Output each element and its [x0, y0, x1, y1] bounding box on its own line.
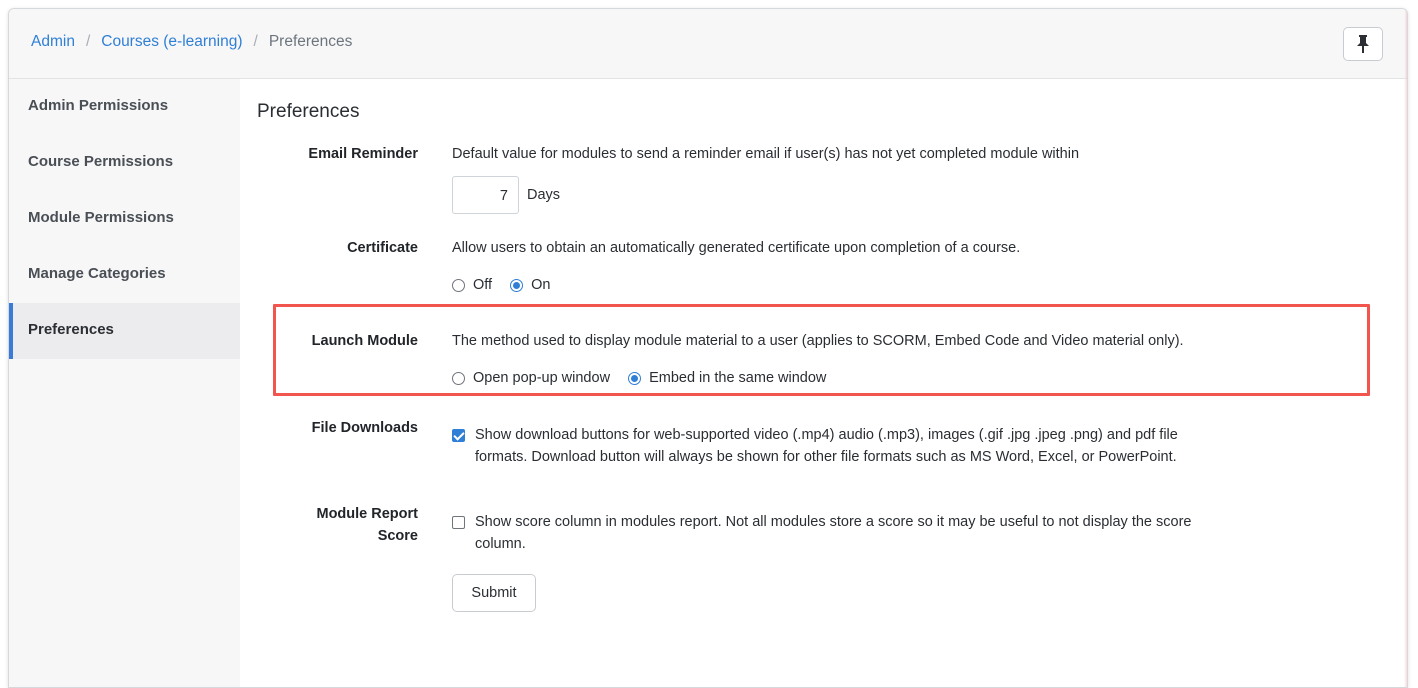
main-content: Preferences Email Reminder Default value… — [240, 79, 1407, 687]
sidebar-item-label: Preferences — [28, 321, 114, 338]
email-reminder-days-input[interactable]: 7 — [452, 176, 519, 214]
certificate-label: Certificate — [347, 240, 418, 256]
file-downloads-checkbox[interactable] — [452, 429, 465, 442]
breadcrumb-separator: / — [253, 33, 258, 50]
certificate-options: Off On — [452, 274, 564, 299]
module-report-score-label-line2: Score — [377, 528, 418, 544]
email-reminder-description: Default value for modules to send a remi… — [452, 146, 1080, 162]
file-downloads-text-line1: Show download buttons for web-supported … — [475, 427, 1178, 443]
radio-unchecked-icon — [452, 371, 465, 385]
pin-button[interactable] — [1343, 27, 1383, 61]
launch-module-options: Open pop-up window Embed in the same win… — [452, 367, 840, 392]
breadcrumb: Admin / Courses (e-learning) / Preferenc… — [31, 33, 352, 51]
file-downloads-option: Show download buttons for web-supported … — [452, 424, 1178, 468]
email-reminder-label: Email Reminder — [308, 146, 418, 162]
sidebar-item-label: Admin Permissions — [28, 97, 169, 114]
file-downloads-text-line2: formats. Download button will always be … — [475, 449, 1177, 465]
certificate-description: Allow users to obtain an automatically g… — [452, 240, 1021, 256]
sidebar-item-label: Course Permissions — [28, 153, 174, 170]
file-downloads-text: Show download buttons for web-supported … — [475, 424, 1178, 468]
sidebar-item-admin-permissions[interactable]: Admin Permissions — [9, 79, 240, 135]
breadcrumb-current: Preferences — [268, 33, 353, 50]
launch-module-label: Launch Module — [311, 333, 418, 349]
pushpin-icon — [1357, 35, 1369, 53]
sidebar: Admin Permissions Course Permissions Mod… — [9, 79, 240, 687]
module-report-score-option: Show score column in modules report. Not… — [452, 511, 1191, 555]
header-bar: Admin / Courses (e-learning) / Preferenc… — [9, 9, 1407, 79]
radio-unchecked-icon — [452, 278, 465, 292]
radio-label: Open pop-up window — [473, 370, 611, 386]
page-title: Preferences — [257, 101, 360, 122]
embed-same-window-radio[interactable]: Embed in the same window — [628, 367, 826, 389]
module-report-score-checkbox[interactable] — [452, 516, 465, 529]
breadcrumb-separator: / — [85, 33, 91, 50]
email-reminder-input-group: 7 Days — [452, 176, 560, 214]
module-report-score-label-line1: Module Report — [316, 506, 419, 522]
sidebar-item-label: Manage Categories — [28, 265, 166, 282]
breadcrumb-courses-link[interactable]: Courses (e-learning) — [101, 33, 242, 51]
submit-button[interactable]: Submit — [452, 574, 536, 612]
module-report-score-text-line2: column. — [475, 536, 526, 552]
module-report-score-text-line1: Show score column in modules report. Not… — [475, 514, 1192, 530]
module-report-score-label: Module Report Score — [240, 503, 419, 547]
launch-module-description: The method used to display module materi… — [452, 333, 1184, 349]
module-report-score-text: Show score column in modules report. Not… — [475, 511, 1191, 555]
sidebar-item-manage-categories[interactable]: Manage Categories — [9, 247, 240, 303]
sidebar-item-label: Module Permissions — [28, 209, 174, 226]
radio-checked-icon — [628, 371, 642, 385]
open-popup-window-radio[interactable]: Open pop-up window — [452, 367, 610, 389]
days-unit-label: Days — [527, 187, 561, 203]
radio-checked-icon — [510, 278, 524, 292]
radio-label: On — [531, 277, 551, 293]
file-downloads-label: File Downloads — [311, 420, 418, 436]
breadcrumb-admin-link[interactable]: Admin — [31, 33, 75, 51]
certificate-off-radio[interactable]: Off — [452, 274, 492, 296]
sidebar-item-module-permissions[interactable]: Module Permissions — [9, 191, 240, 247]
sidebar-item-preferences[interactable]: Preferences — [9, 303, 240, 359]
sidebar-item-course-permissions[interactable]: Course Permissions — [9, 135, 240, 191]
app-window: Admin / Courses (e-learning) / Preferenc… — [8, 8, 1408, 688]
radio-label: Embed in the same window — [649, 370, 827, 386]
radio-label: Off — [473, 277, 493, 293]
certificate-on-radio[interactable]: On — [510, 274, 550, 296]
